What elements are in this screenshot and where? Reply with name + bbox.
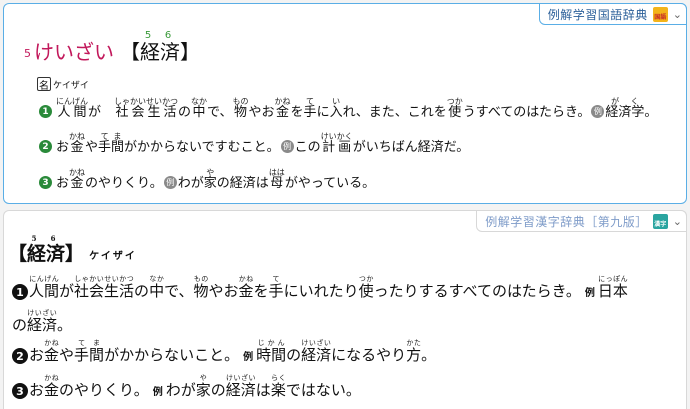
sense-3: 3 お金かね のやりくり。例わが 家やの経済けいざいは楽らく ではない。 — [12, 374, 361, 400]
kanji-dictionary-tab[interactable]: 例解学習漢字辞典［第九版］ 漢字 ⌄ — [476, 210, 687, 232]
sense-3: 3 お金かね のやりくり。例わが 家や の経済は 母はは がやっている。 — [39, 168, 375, 191]
sense-1-continuation: の経済けいざい。 — [12, 309, 73, 334]
example-mark: 例 — [584, 288, 595, 299]
sense-number: 1 — [39, 105, 52, 118]
headword-kanji-char: 済6 — [160, 30, 180, 64]
kanji-headword: 【経5済6】 ケイザイ — [8, 234, 137, 266]
bracket-open: 【 — [120, 40, 140, 64]
sense-number: 1 — [12, 284, 28, 300]
kokugo-dictionary-icon: 国語 — [652, 6, 668, 22]
sense-2: 2 お金かねや手間てま がかからないですむこと。例この 計画けいかく がいちばん経… — [39, 132, 469, 155]
grade-number: 6 — [46, 234, 66, 243]
headword-kanji: 【経5済6】 — [120, 30, 200, 65]
sense-number: 2 — [39, 140, 52, 153]
kokugo-dictionary-tab[interactable]: 例解学習国語辞典 国語 ⌄ — [538, 3, 687, 25]
sense-2: 2 お金かねや手間てま がかからないこと。例時間じかんの経済けいざい になるやり 方か… — [12, 339, 436, 365]
sense-number: 3 — [39, 176, 52, 189]
kokugo-dictionary-title[interactable]: 例解学習国語辞典 — [548, 6, 648, 23]
example-mark: 例 — [243, 352, 254, 363]
grade-number: 5 — [27, 234, 47, 243]
bracket-close: 】 — [180, 40, 200, 64]
example-icon: 例 — [280, 140, 294, 153]
kanji-dictionary-icon: 漢字 — [652, 213, 668, 229]
headword-kanji: 【経5済6】 — [8, 234, 85, 265]
sense-number: 3 — [12, 383, 28, 399]
kanji-dictionary-panel: 例解学習漢字辞典［第九版］ 漢字 ⌄ 【経5済6】 ケイザイ 1 人間にんげんが… — [3, 210, 687, 409]
grade-number: 6 — [160, 30, 180, 41]
pos-reading: ケイザイ — [53, 80, 89, 91]
headword-reading: ケイザイ — [89, 251, 137, 262]
part-of-speech: 名 ケイザイ — [37, 77, 89, 92]
kanji-dictionary-title[interactable]: 例解学習漢字辞典［第九版］ — [485, 213, 648, 230]
headword-number: 5 — [24, 47, 31, 60]
noun-mark: 名 — [37, 77, 51, 92]
kokugo-dictionary-panel: 例解学習国語辞典 国語 ⌄ 5 けいざい 【経5済6】 名 ケイザイ 1 人間に… — [3, 3, 687, 204]
sense-1: 1 人間にんげんが 社会生活しゃかいせいかつの中なか で、 物もの やお 金かねを手てに… — [39, 97, 657, 120]
example-icon: 例 — [591, 105, 605, 118]
grade-number: 5 — [140, 30, 160, 41]
example-icon: 例 — [163, 176, 177, 189]
kokugo-headword: 5 けいざい 【経5済6】 — [24, 25, 200, 65]
chevron-down-icon[interactable]: ⌄ — [673, 215, 682, 228]
sense-number: 2 — [12, 348, 28, 364]
example-mark: 例 — [152, 387, 163, 398]
chevron-down-icon[interactable]: ⌄ — [673, 8, 682, 21]
sense-1: 1 人間にんげんが社会生活しゃかいせいかつの中なか で、 物もの やお 金かねを手て にい… — [12, 275, 628, 301]
headword-kana: けいざい — [34, 40, 114, 64]
headword-kanji-char: 経5 — [140, 30, 160, 64]
